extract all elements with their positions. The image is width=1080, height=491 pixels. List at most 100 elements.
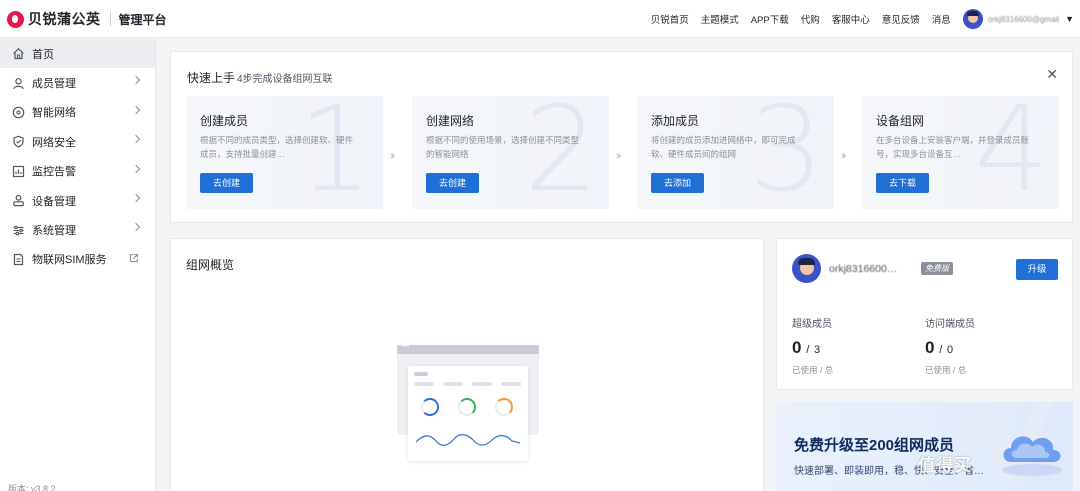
sidebar-item-label: 监控告警: [32, 166, 76, 179]
stat-used: 0: [925, 338, 935, 357]
step-description: 将创建的成员添加进网络中，即可完成软、硬件成员间的组网: [651, 135, 796, 159]
step-title: 添加成员: [651, 114, 700, 128]
create-member-button[interactable]: 去创建: [200, 173, 254, 193]
stat-total: 0: [947, 344, 954, 356]
version-label: 版本: v3.8.2: [8, 484, 56, 491]
brand-name: 贝锐蒲公英: [28, 11, 101, 27]
empty-state-illustration: [397, 341, 539, 465]
sidebar-item-label: 物联网SIM服务: [32, 254, 107, 267]
stat-total: 3: [814, 344, 821, 356]
divider: [109, 12, 111, 26]
step-title: 设备组网: [876, 114, 925, 128]
shield-icon: [12, 135, 25, 148]
sidebar-item-monitoring[interactable]: 监控告警: [0, 157, 155, 186]
ring-chart-icon: [495, 398, 513, 416]
step-title: 创建网络: [426, 114, 475, 128]
window-titlebar: [397, 341, 539, 354]
nav-messages[interactable]: 消息: [932, 12, 951, 26]
step-description: 在多台设备上安装客户端，并登录成员账号，实现多台设备互…: [876, 135, 1030, 159]
ring-chart-icon: [421, 398, 439, 416]
step-card: 1 创建成员 根据不同的成员类型，选择创建软、硬件成员，支持批量创建… 去创建: [186, 96, 383, 209]
sidebar-item-label: 首页: [32, 48, 54, 61]
stat-label: 超级成员: [792, 319, 832, 330]
placeholder-line: [501, 382, 521, 386]
placeholder-line: [443, 382, 463, 386]
chevron-right-icon: [131, 105, 141, 115]
chart-icon: [12, 165, 25, 178]
visitor-member-stat: 访问端成员 0 / 0 已使用 / 总: [925, 315, 975, 376]
watermark: 值得买: [918, 456, 972, 475]
brand-logo[interactable]: 贝锐蒲公英 管理平台: [7, 9, 167, 29]
chevron-right-icon: [131, 76, 141, 85]
upgrade-button[interactable]: 升级: [1016, 259, 1058, 280]
cloud-icon: [1002, 436, 1062, 476]
double-chevron-icon: ››: [616, 150, 622, 162]
sidebar-item-label: 网络安全: [32, 136, 76, 149]
stat-separator: /: [806, 344, 810, 356]
sidebar-item-label: 设备管理: [32, 195, 76, 208]
dandelion-logo-icon: [7, 10, 24, 28]
nav-oray-home[interactable]: 贝锐首页: [651, 12, 689, 26]
sidebar-item-devices[interactable]: 设备管理: [0, 186, 155, 215]
nav-theme-mode[interactable]: 主题模式: [701, 12, 739, 26]
wave-line-icon: [416, 434, 520, 446]
brand-subtitle: 管理平台: [118, 12, 167, 27]
caret-down-icon[interactable]: ▼: [1065, 14, 1074, 24]
placeholder-line: [414, 382, 434, 386]
nav-purchase[interactable]: 代购: [801, 12, 820, 26]
top-nav: 贝锐首页 主题模式 APP下载 代购 客服中心 意见反馈 消息 orkj8316…: [651, 0, 1074, 38]
user-avatar[interactable]: [962, 9, 983, 29]
step-title: 创建成员: [200, 114, 249, 128]
nav-feedback[interactable]: 意见反馈: [882, 12, 920, 26]
sim-icon: [12, 253, 25, 266]
placeholder-line: [414, 372, 428, 376]
stat-label: 访问端成员: [925, 319, 975, 330]
sidebar-item-iot-sim[interactable]: 物联网SIM服务: [0, 245, 155, 274]
sidebar: 首页 成员管理 智能网络 网络安全 监控告警 设备管理 系统管理 物联网SIM服…: [0, 39, 156, 491]
step-card: 4 设备组网 在多台设备上安装客户端，并登录成员账号，实现多台设备互… 去下载: [862, 96, 1059, 209]
nav-app-download[interactable]: APP下载: [751, 12, 789, 26]
nav-support[interactable]: 客服中心: [832, 12, 870, 26]
stat-hint: 已使用 / 总: [925, 365, 967, 375]
sidebar-item-system[interactable]: 系统管理: [0, 215, 155, 244]
sidebar-item-smart-network[interactable]: 智能网络: [0, 98, 155, 127]
stat-value: 0 / 3: [792, 338, 833, 358]
chevron-right-icon: [131, 134, 141, 144]
stat-value: 0 / 0: [925, 338, 975, 358]
super-member-stat: 超级成员 0 / 3 已使用 / 总: [792, 315, 833, 376]
ring-chart-icon: [458, 398, 476, 416]
step-description: 根据不同的成员类型，选择创建软、硬件成员，支持批量创建…: [200, 135, 354, 159]
double-chevron-icon: ››: [390, 150, 396, 162]
sidebar-item-members[interactable]: 成员管理: [0, 68, 155, 97]
upgrade-promo-banner[interactable]: V 免费升级至200组网成员 快速部署、即装即用，稳、快、安全、省…: [776, 402, 1073, 491]
external-link-icon: [129, 253, 139, 266]
quickstart-title: 快速上手: [187, 71, 236, 85]
user-icon: [12, 77, 25, 90]
chevron-right-icon: [131, 164, 141, 173]
settings-icon: [12, 224, 25, 237]
top-header: 贝锐蒲公英 管理平台 贝锐首页 主题模式 APP下载 代购 客服中心 意见反馈 …: [0, 0, 1080, 38]
plan-badge: 免费版: [921, 262, 953, 275]
account-avatar: [792, 254, 821, 283]
chevron-right-icon: [131, 193, 141, 203]
account-card: orkj8316600… 免费版 升级 超级成员 0 / 3 已使用 / 总 访…: [776, 238, 1073, 390]
sidebar-item-label: 系统管理: [32, 225, 76, 238]
sidebar-item-home[interactable]: 首页: [0, 39, 155, 69]
user-name[interactable]: orkj8316600@gmail: [988, 15, 1059, 24]
create-network-button[interactable]: 去创建: [426, 173, 480, 193]
sidebar-item-label: 成员管理: [32, 78, 76, 91]
quickstart-subtitle: 4步完成设备组网互联: [237, 74, 333, 85]
illustration-window-front: [408, 366, 528, 461]
add-member-button[interactable]: 去添加: [651, 173, 705, 193]
double-chevron-icon: ››: [841, 150, 847, 162]
account-name: orkj8316600…: [829, 263, 898, 275]
download-button[interactable]: 去下载: [876, 173, 930, 193]
step-card: 2 创建网络 根据不同的使用场景，选择创建不同类型的智能网络 去创建: [412, 96, 609, 209]
step-card: 3 添加成员 将创建的成员添加进网络中，即可完成软、硬件成员间的组网 去添加: [637, 96, 834, 209]
home-icon: [12, 47, 25, 60]
step-description: 根据不同的使用场景，选择创建不同类型的智能网络: [426, 135, 580, 159]
sidebar-item-label: 智能网络: [32, 107, 76, 120]
quickstart-card: 快速上手 4步完成设备组网互联 ✕ 1 创建成员 根据不同的成员类型，选择创建软…: [170, 51, 1073, 223]
sidebar-item-security[interactable]: 网络安全: [0, 127, 155, 156]
close-icon[interactable]: ✕: [1046, 66, 1058, 83]
